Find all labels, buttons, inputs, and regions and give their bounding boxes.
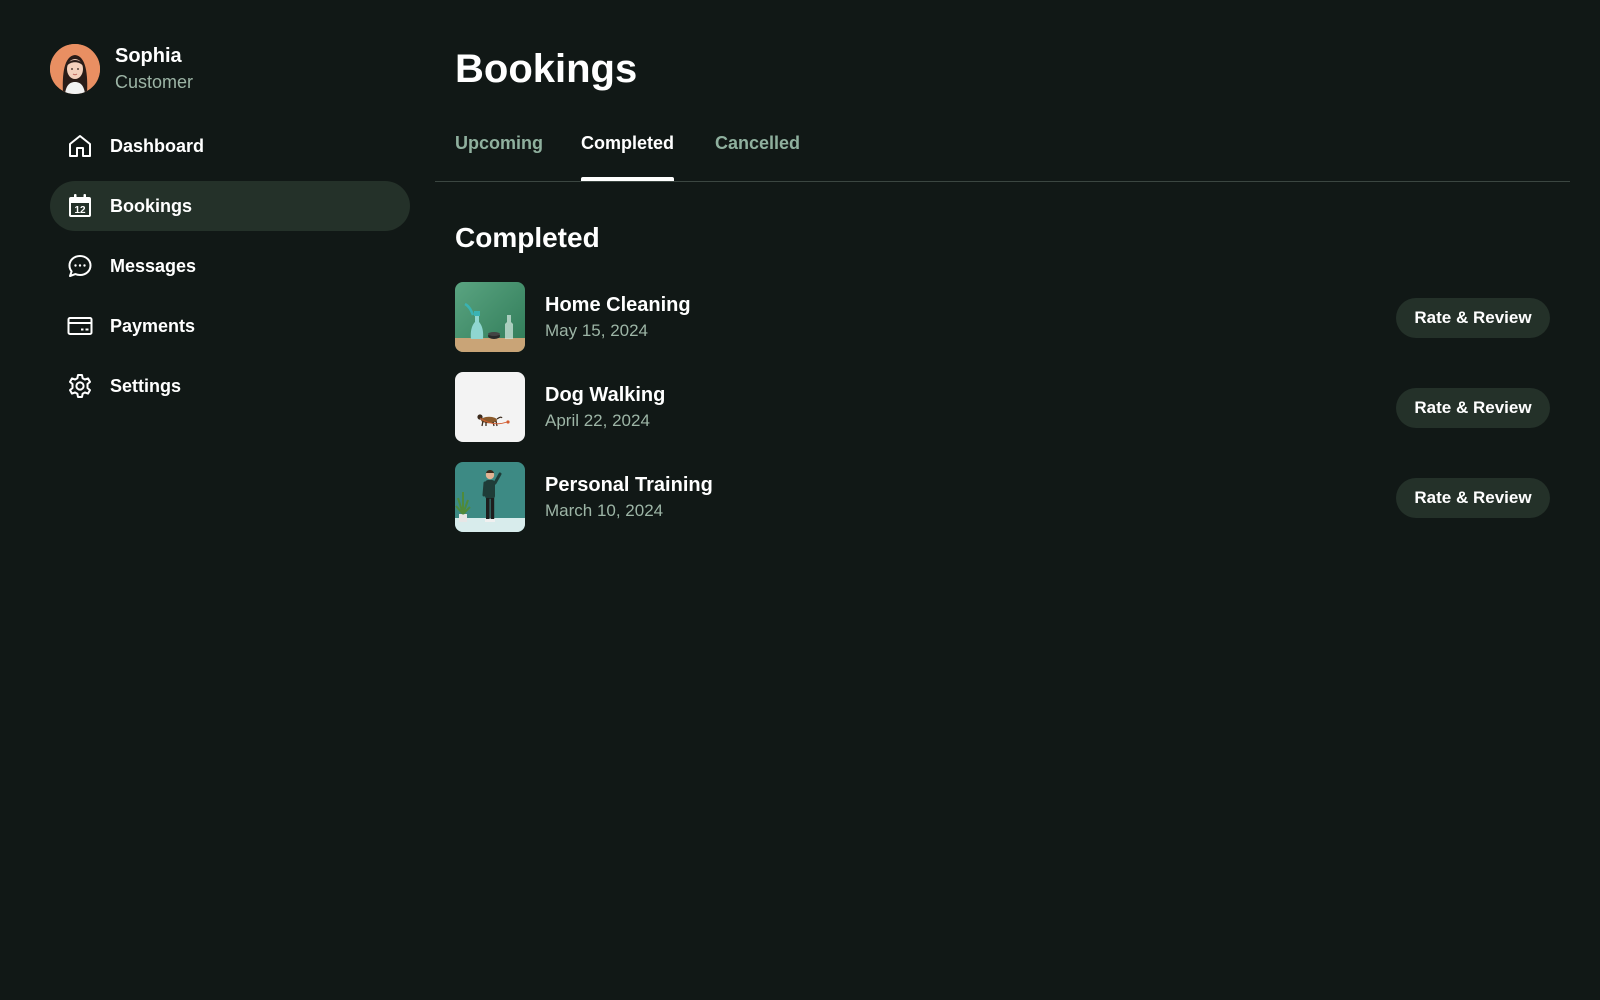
user-role: Customer (115, 72, 194, 92)
bookings-list: Home Cleaning May 15, 2024 Rate & Review (455, 282, 1550, 552)
list-item: Home Cleaning May 15, 2024 Rate & Review (455, 282, 1550, 352)
app-window: Sophia Customer Dashboard 12 Bookings Me… (0, 0, 1600, 1000)
calendar-icon: 12 (66, 192, 94, 220)
section-title: Completed (455, 222, 600, 253)
cleaning-supplies-thumbnail (455, 282, 525, 352)
profile-text: Sophia Customer (115, 44, 193, 94)
sidebar-item-dashboard[interactable]: Dashboard (50, 121, 410, 171)
credit-card-icon (66, 312, 94, 340)
rate-review-button[interactable]: Rate & Review (1396, 388, 1550, 428)
personal-training-thumbnail (455, 462, 525, 532)
sidebar-item-payments[interactable]: Payments (50, 301, 410, 351)
sidebar-item-label: Messages (110, 255, 197, 276)
list-item: Personal Training March 10, 2024 Rate & … (455, 462, 1550, 532)
list-item: Dog Walking April 22, 2024 Rate & Review (455, 372, 1550, 442)
booking-title: Home Cleaning (545, 294, 691, 316)
booking-date: April 22, 2024 (545, 411, 650, 430)
sidebar-item-label: Dashboard (110, 135, 205, 156)
tab-upcoming[interactable]: Upcoming (455, 133, 543, 181)
sidebar: Sophia Customer Dashboard 12 Bookings Me… (0, 0, 430, 1000)
tab-completed[interactable]: Completed (581, 133, 675, 181)
gear-icon (66, 372, 94, 400)
booking-text: Dog Walking April 22, 2024 (545, 382, 665, 432)
calendar-icon-text: 12 (74, 205, 86, 216)
rate-review-button[interactable]: Rate & Review (1396, 298, 1550, 338)
home-icon (66, 132, 94, 160)
booking-tabs: Upcoming Completed Cancelled (435, 128, 1570, 182)
user-name: Sophia (115, 45, 182, 67)
booking-title: Personal Training (545, 474, 713, 496)
avatar (50, 44, 100, 94)
page-title: Bookings (455, 47, 638, 91)
booking-text: Personal Training March 10, 2024 (545, 472, 713, 522)
booking-date: March 10, 2024 (545, 501, 664, 520)
sidebar-item-bookings[interactable]: 12 Bookings (50, 181, 410, 231)
sidebar-item-settings[interactable]: Settings (50, 361, 410, 411)
sidebar-item-messages[interactable]: Messages (50, 241, 410, 291)
main-content: Bookings Upcoming Completed Cancelled Co… (435, 0, 1570, 1000)
sidebar-item-label: Bookings (110, 195, 193, 216)
chat-bubble-icon (66, 252, 94, 280)
tab-cancelled[interactable]: Cancelled (715, 133, 800, 181)
sidebar-item-label: Payments (110, 315, 196, 336)
dog-walking-thumbnail (455, 372, 525, 442)
booking-title: Dog Walking (545, 384, 666, 406)
sidebar-item-label: Settings (110, 375, 182, 396)
booking-date: May 15, 2024 (545, 321, 649, 340)
rate-review-button[interactable]: Rate & Review (1396, 478, 1550, 518)
user-profile[interactable]: Sophia Customer (50, 44, 193, 94)
booking-text: Home Cleaning May 15, 2024 (545, 292, 691, 342)
sidebar-nav: Dashboard 12 Bookings Messages Payments … (50, 121, 410, 421)
